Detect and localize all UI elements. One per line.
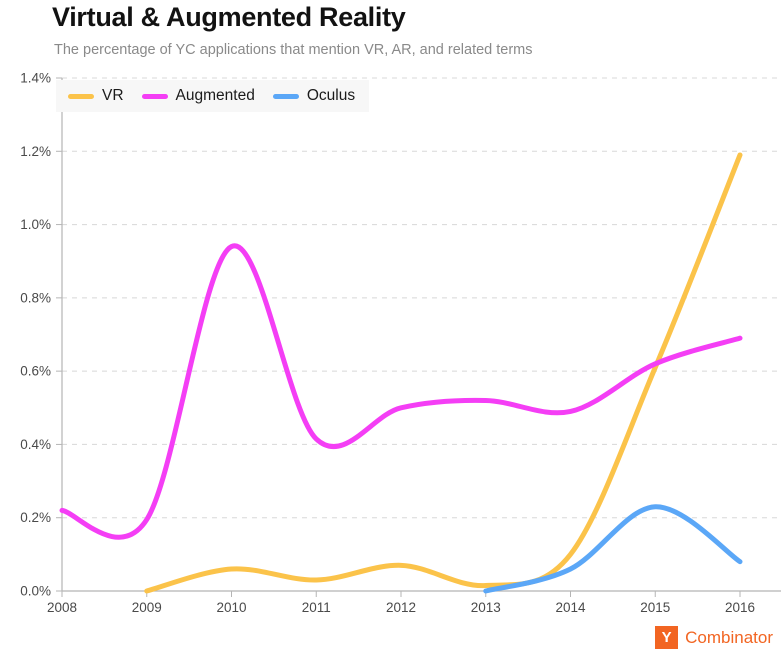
y-tick-label: 0.2% bbox=[20, 510, 51, 525]
x-tick-label: 2012 bbox=[386, 600, 416, 615]
legend-label: VR bbox=[102, 87, 124, 104]
x-tick-label: 2015 bbox=[640, 600, 670, 615]
y-tick-label: 0.4% bbox=[20, 437, 51, 452]
y-tick-label: 1.4% bbox=[20, 71, 51, 86]
x-tick-label: 2010 bbox=[216, 600, 246, 615]
y-tick-label: 0.8% bbox=[20, 290, 51, 305]
legend-entry-oculus[interactable]: Oculus bbox=[272, 87, 356, 105]
series-line-vr[interactable] bbox=[144, 152, 743, 594]
y-tick-label: 0.0% bbox=[20, 584, 51, 599]
y-tick-label: 1.2% bbox=[20, 144, 51, 159]
y-tick-label: 0.6% bbox=[20, 364, 51, 379]
x-tick-label: 2008 bbox=[47, 600, 77, 615]
legend-entry-vr[interactable]: VR bbox=[68, 87, 124, 105]
series-line-augmented[interactable] bbox=[59, 243, 743, 540]
legend-swatch-icon bbox=[68, 93, 94, 99]
chart-page: Virtual & Augmented Reality The percenta… bbox=[0, 0, 781, 655]
legend-swatch-icon bbox=[141, 93, 168, 99]
yc-wordmark: Combinator bbox=[685, 627, 773, 647]
x-tick-label: 2016 bbox=[725, 600, 755, 615]
x-tick-label: 2014 bbox=[555, 600, 586, 615]
x-tick-label: 2013 bbox=[471, 600, 501, 615]
chart-legend: VR Augmented Oculus bbox=[56, 80, 370, 112]
y-tick-label: 1.0% bbox=[20, 217, 51, 232]
legend-label: Augmented bbox=[175, 87, 255, 104]
yc-mark-icon: Y bbox=[655, 626, 679, 649]
axis-lines bbox=[61, 78, 781, 592]
series-lines bbox=[59, 152, 743, 594]
x-tick-label: 2011 bbox=[302, 600, 331, 615]
legend-entry-augmented[interactable]: Augmented bbox=[141, 87, 255, 105]
y-combinator-logo: Y Combinator bbox=[655, 626, 773, 649]
legend-swatch-icon bbox=[272, 93, 299, 99]
legend-label: Oculus bbox=[306, 87, 356, 104]
x-axis-ticks: 2008 2009 2010 2011 2012 2013 2014 2015 2016 bbox=[47, 591, 755, 615]
x-tick-label: 2009 bbox=[132, 600, 162, 615]
series-line-oculus[interactable] bbox=[483, 504, 743, 594]
y-axis-ticks: 0.0% 0.2% 0.4% 0.6% 0.8% 1.0% 1.2% 1.4% bbox=[20, 71, 62, 599]
